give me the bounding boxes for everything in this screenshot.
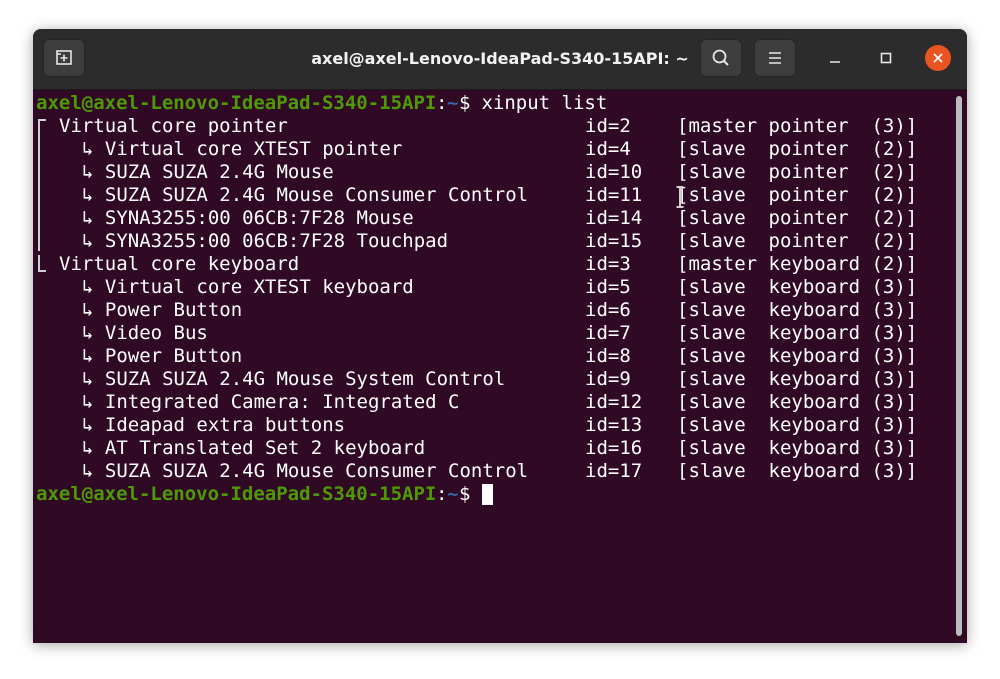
device-name: ↳ Video Bus (82, 322, 208, 344)
device-id: id=16 (585, 437, 643, 459)
device-name: ↳ SUZA SUZA 2.4G Mouse Consumer Control (82, 184, 529, 206)
prompt-path: ~ (447, 92, 459, 114)
device-type: [master keyboard (2)] (677, 253, 918, 275)
device-row: ↳ SUZA SUZA 2.4G Mouse Consumer Control … (36, 184, 936, 207)
device-id: id=5 (585, 276, 631, 298)
device-row: ↳ SUZA SUZA 2.4G Mouse System Control id… (36, 368, 936, 391)
device-type: [slave keyboard (3)] (677, 276, 918, 298)
command-text: xinput list (470, 92, 608, 114)
device-row: ↳ Power Button id=6 [slave keyboard (3)] (36, 299, 936, 322)
device-id: id=15 (585, 230, 643, 252)
device-name: ↳ Virtual core XTEST keyboard (82, 276, 414, 298)
device-name: ↳ SUZA SUZA 2.4G Mouse Consumer Control (82, 460, 529, 482)
menu-button[interactable] (754, 39, 796, 77)
prompt-user-host: axel@axel-Lenovo-IdeaPad-S340-15API (36, 483, 437, 505)
new-tab-button[interactable] (43, 39, 85, 77)
hamburger-menu-icon (769, 52, 781, 64)
prompt-dollar: $ (459, 92, 471, 114)
device-type: [slave keyboard (3)] (677, 460, 918, 482)
prompt-dollar: $ (459, 483, 471, 505)
device-id: id=17 (585, 460, 643, 482)
device-name: ↳ Ideapad extra buttons (82, 414, 346, 436)
device-row: ↳ SYNA3255:00 06CB:7F28 Touchpad id=15 [… (36, 230, 936, 253)
device-id: id=4 (585, 138, 631, 160)
device-id: id=6 (585, 299, 631, 321)
device-name: Virtual core keyboard (59, 253, 300, 275)
device-id: id=10 (585, 161, 643, 183)
device-name: ↳ SYNA3255:00 06CB:7F28 Mouse (82, 207, 414, 229)
prompt-line: axel@axel-Lenovo-IdeaPad-S340-15API : ~ … (36, 483, 936, 506)
device-name: ↳ Integrated Camera: Integrated C (82, 391, 460, 413)
device-row: ↳ SUZA SUZA 2.4G Mouse Consumer Control … (36, 460, 936, 483)
minimize-icon (830, 61, 840, 63)
mouse-ibeam-cursor-icon (676, 186, 684, 208)
device-row: ↳ Virtual core XTEST pointer id=4 [slave… (36, 138, 936, 161)
device-type: [slave pointer (2)] (677, 207, 918, 229)
prompt-colon: : (436, 483, 448, 505)
device-type: [slave keyboard (3)] (677, 437, 918, 459)
device-type: [slave keyboard (3)] (677, 322, 918, 344)
prompt-user-host: axel@axel-Lenovo-IdeaPad-S340-15API (36, 92, 437, 114)
scrollbar[interactable] (956, 96, 962, 636)
device-id: id=14 (585, 207, 643, 229)
device-name: Virtual core pointer (59, 115, 288, 137)
prompt-path: ~ (447, 483, 459, 505)
device-row: Virtual core pointer id=2 [master pointe… (36, 115, 936, 138)
prompt-line: axel@axel-Lenovo-IdeaPad-S340-15API : ~ … (36, 92, 936, 115)
search-button[interactable] (700, 39, 742, 77)
close-button[interactable] (925, 45, 951, 71)
search-icon (712, 49, 729, 66)
title-bar[interactable]: axel@axel-Lenovo-IdeaPad-S340-15API: ~ (33, 29, 967, 90)
device-id: id=12 (585, 391, 643, 413)
device-row: ↳ Power Button id=8 [slave keyboard (3)] (36, 345, 936, 368)
device-type: [slave keyboard (3)] (677, 414, 918, 436)
terminal-window: axel@axel-Lenovo-IdeaPad-S340-15API: ~ a… (33, 29, 967, 643)
new-tab-icon (56, 50, 72, 65)
prompt-colon: : (436, 92, 448, 114)
device-name: ↳ SYNA3255:00 06CB:7F28 Touchpad (82, 230, 449, 252)
device-name: ↳ SUZA SUZA 2.4G Mouse (82, 161, 334, 183)
device-name: ↳ Power Button (82, 345, 243, 367)
device-id: id=7 (585, 322, 631, 344)
device-type: [slave keyboard (3)] (677, 345, 918, 367)
device-name: ↳ AT Translated Set 2 keyboard (82, 437, 426, 459)
device-type: [slave keyboard (3)] (677, 299, 918, 321)
maximize-icon (880, 52, 892, 64)
device-row: ↳ Integrated Camera: Integrated C id=12 … (36, 391, 936, 414)
device-type: [slave keyboard (3)] (677, 368, 918, 390)
device-row: ↳ Virtual core XTEST keyboard id=5 [slav… (36, 276, 936, 299)
device-name: ↳ Power Button (82, 299, 243, 321)
device-type: [master pointer (3)] (677, 115, 918, 137)
device-name: ↳ SUZA SUZA 2.4G Mouse System Control (82, 368, 506, 390)
device-type: [slave pointer (2)] (677, 184, 918, 206)
device-row: ↳ SUZA SUZA 2.4G Mouse id=10 [slave poin… (36, 161, 936, 184)
device-id: id=9 (585, 368, 631, 390)
text-cursor (482, 484, 493, 505)
device-id: id=11 (585, 184, 643, 206)
device-row: ↳ Ideapad extra buttons id=13 [slave key… (36, 414, 936, 437)
device-id: id=3 (585, 253, 631, 275)
device-row: Virtual core keyboard id=3 [master keybo… (36, 253, 936, 276)
device-id: id=13 (585, 414, 643, 436)
terminal-output[interactable]: axel@axel-Lenovo-IdeaPad-S340-15API : ~ … (33, 90, 967, 643)
device-row: ↳ SYNA3255:00 06CB:7F28 Mouse id=14 [sla… (36, 207, 936, 230)
close-icon (933, 53, 943, 63)
device-type: [slave pointer (2)] (677, 138, 918, 160)
device-type: [slave pointer (2)] (677, 230, 918, 252)
device-name: ↳ Virtual core XTEST pointer (82, 138, 403, 160)
device-type: [slave keyboard (3)] (677, 391, 918, 413)
maximize-button[interactable] (873, 45, 899, 71)
device-row: ↳ AT Translated Set 2 keyboard id=16 [sl… (36, 437, 936, 460)
device-row: ↳ Video Bus id=7 [slave keyboard (3)] (36, 322, 936, 345)
device-id: id=2 (585, 115, 631, 137)
minimize-button[interactable] (822, 45, 848, 71)
device-type: [slave pointer (2)] (677, 161, 918, 183)
device-id: id=8 (585, 345, 631, 367)
